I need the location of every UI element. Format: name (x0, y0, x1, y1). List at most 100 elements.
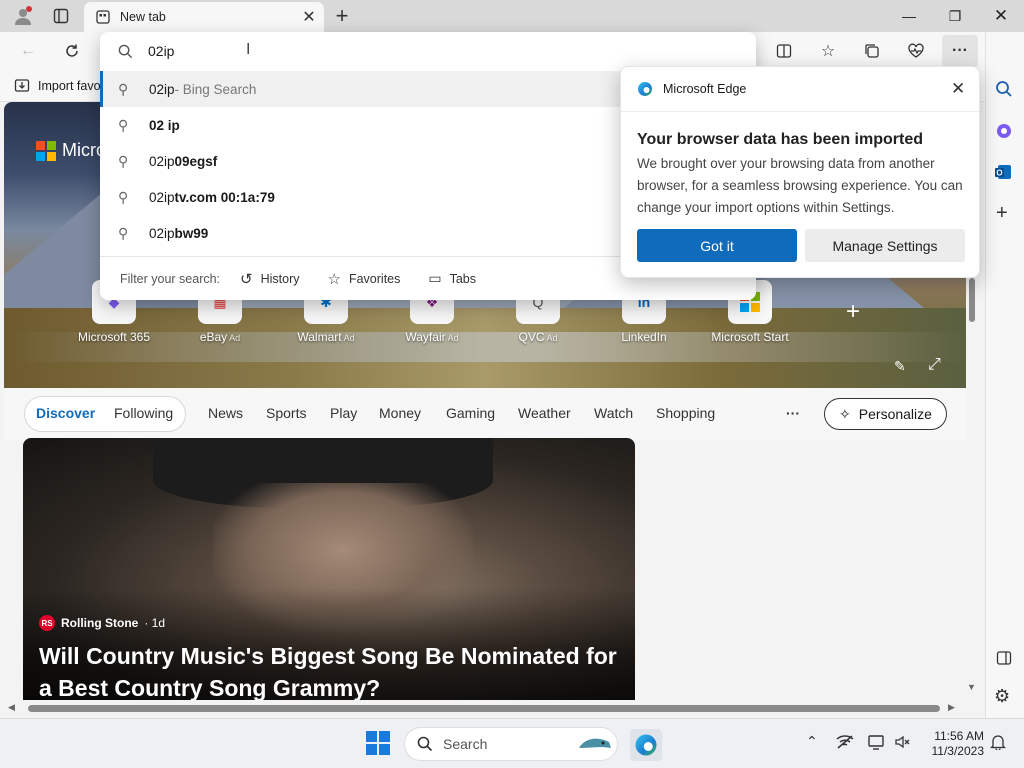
tab-money[interactable]: Money (379, 405, 421, 421)
restore-icon[interactable]: ❐ (932, 0, 978, 32)
notification-bell-icon[interactable] (989, 734, 1007, 753)
suggestion-search-icon: ⚲ (118, 152, 129, 169)
edit-background-icon[interactable]: ✎ (894, 358, 906, 375)
import-icon (14, 79, 30, 92)
tab-play[interactable]: Play (330, 405, 357, 421)
clock-date: 11/3/2023 (931, 744, 985, 758)
microsoft-logo-icon (36, 140, 56, 161)
taskbar: Search ⌃ 11:56 AM 11/3/2023 (0, 718, 1024, 768)
refresh-icon[interactable] (56, 35, 88, 67)
scroll-down-arrow-icon[interactable]: ▼ (967, 682, 976, 692)
tab-following[interactable]: Following (114, 405, 173, 421)
got-it-button[interactable]: Got it (637, 229, 797, 262)
profile-icon (15, 6, 32, 25)
sidebar-add-icon[interactable]: + (996, 202, 1008, 225)
article-card[interactable]: RS Rolling Stone · 1d Will Country Music… (23, 438, 635, 712)
filter-tabs-button[interactable]: ▭ Tabs (428, 270, 476, 287)
new-tab-plus-icon[interactable]: + (330, 3, 354, 28)
tab-title: New tab (120, 10, 166, 24)
display-icon[interactable] (868, 734, 886, 753)
favorites-star-icon[interactable]: ☆ (812, 35, 844, 67)
svg-text:O: O (996, 169, 1002, 178)
filter-history-button[interactable]: ↺ History (240, 270, 299, 288)
suggestion-search-icon: ⚲ (118, 116, 129, 133)
minimize-icon[interactable]: — (886, 0, 932, 32)
expand-icon[interactable]: ⤢ (928, 356, 941, 374)
popup-header: Microsoft Edge (637, 81, 746, 97)
sidebar-copilot-app-icon[interactable] (995, 122, 1013, 143)
tab-actions-icon (53, 8, 69, 24)
import-favorites-button[interactable]: Import favo (14, 76, 101, 96)
windows-logo-icon (366, 731, 390, 755)
new-tab-page-icon (96, 10, 110, 24)
article-source[interactable]: RS Rolling Stone · 1d (39, 615, 165, 631)
browser-essentials-icon[interactable] (900, 35, 932, 67)
tab-watch[interactable]: Watch (594, 405, 633, 421)
sidebar-search-icon[interactable] (995, 80, 1013, 103)
popup-title: Your browser data has been imported (637, 131, 923, 148)
taskbar-edge-button[interactable] (630, 729, 662, 761)
tab-news[interactable]: News (208, 405, 243, 421)
volume-muted-icon[interactable] (894, 734, 910, 753)
popup-close-icon[interactable]: ✕ (951, 79, 965, 99)
horizontal-scroll-thumb[interactable] (28, 705, 940, 712)
vertical-scroll-thumb[interactable] (969, 278, 975, 322)
feed-navigation: Discover Following News Sports Play Mone… (4, 388, 966, 440)
popup-body: We brought over your browsing data from … (637, 156, 963, 215)
suggestion-search-icon: ⚲ (118, 224, 129, 241)
import-notification-popup: Microsoft Edge ✕ Your browser data has b… (620, 66, 980, 278)
scroll-left-arrow-icon[interactable]: ◀ (8, 702, 15, 713)
taskbar-search-label: Search (443, 736, 488, 752)
more-tabs-button[interactable]: ··· (786, 405, 800, 421)
article-headline[interactable]: Will Country Music's Biggest Song Be Nom… (39, 640, 629, 704)
text-cursor-icon: I (246, 41, 251, 58)
sidebar-settings-gear-icon[interactable]: ⚙ (994, 686, 1010, 707)
filter-favorites-button[interactable]: ☆ Favorites (328, 270, 401, 288)
search-icon (118, 44, 133, 58)
address-bar[interactable]: 02ip I (100, 32, 756, 70)
import-favorites-label: Import favo (38, 79, 101, 93)
taskbar-search-icon (417, 736, 433, 752)
search-highlight-image-icon (577, 734, 613, 757)
tab-sports[interactable]: Sports (266, 405, 306, 421)
sidebar-hide-icon[interactable] (996, 650, 1012, 669)
split-screen-icon[interactable] (768, 35, 800, 67)
collections-icon[interactable] (856, 35, 888, 67)
filter-label: Filter your search: (120, 271, 221, 286)
taskbar-edge-icon (635, 734, 657, 756)
tab-shopping[interactable]: Shopping (656, 405, 715, 421)
source-name: Rolling Stone (61, 616, 139, 630)
network-icon[interactable] (836, 734, 854, 753)
close-window-icon[interactable]: ✕ (978, 0, 1024, 32)
tab-actions-button[interactable] (48, 4, 74, 28)
rolling-stone-logo: RS (39, 615, 55, 631)
microsoft-logo[interactable]: Micro (36, 140, 106, 161)
scroll-right-arrow-icon[interactable]: ▶ (948, 702, 955, 713)
popup-app-name: Microsoft Edge (663, 82, 747, 96)
horizontal-scrollbar[interactable]: ◀ ▶ (4, 700, 966, 716)
suggestion-search-icon: ⚲ (118, 80, 129, 97)
history-icon: ↺ (240, 270, 253, 288)
title-bar: New tab ✕ + — ❐ ✕ (0, 0, 1024, 32)
taskbar-search-box[interactable]: Search (404, 727, 618, 761)
address-input-text[interactable]: 02ip (148, 43, 174, 59)
profile-button[interactable] (10, 4, 36, 28)
add-quick-link-icon[interactable]: + (846, 298, 860, 326)
back-icon[interactable]: ← (12, 35, 44, 67)
sidebar-outlook-icon[interactable]: O (995, 163, 1013, 184)
start-button[interactable] (366, 731, 390, 758)
clock[interactable]: 11:56 AM 11/3/2023 (922, 729, 985, 759)
tab-close-icon[interactable]: ✕ (294, 7, 324, 27)
tab-discover[interactable]: Discover (36, 405, 95, 421)
tab-weather[interactable]: Weather (518, 405, 571, 421)
tabs-icon: ▭ (428, 270, 442, 286)
manage-settings-button[interactable]: Manage Settings (805, 229, 965, 262)
show-hidden-icons-chevron-icon[interactable]: ⌃ (806, 733, 818, 750)
personalize-button[interactable]: ✧ Personalize (824, 398, 947, 430)
star-icon: ☆ (327, 270, 341, 288)
personalize-sparkle-icon: ✧ (839, 405, 851, 422)
article-age: · 1d (144, 616, 166, 630)
tab-new-tab[interactable]: New tab ✕ (84, 2, 324, 32)
settings-more-icon[interactable]: ··· (942, 35, 978, 67)
tab-gaming[interactable]: Gaming (446, 405, 495, 421)
